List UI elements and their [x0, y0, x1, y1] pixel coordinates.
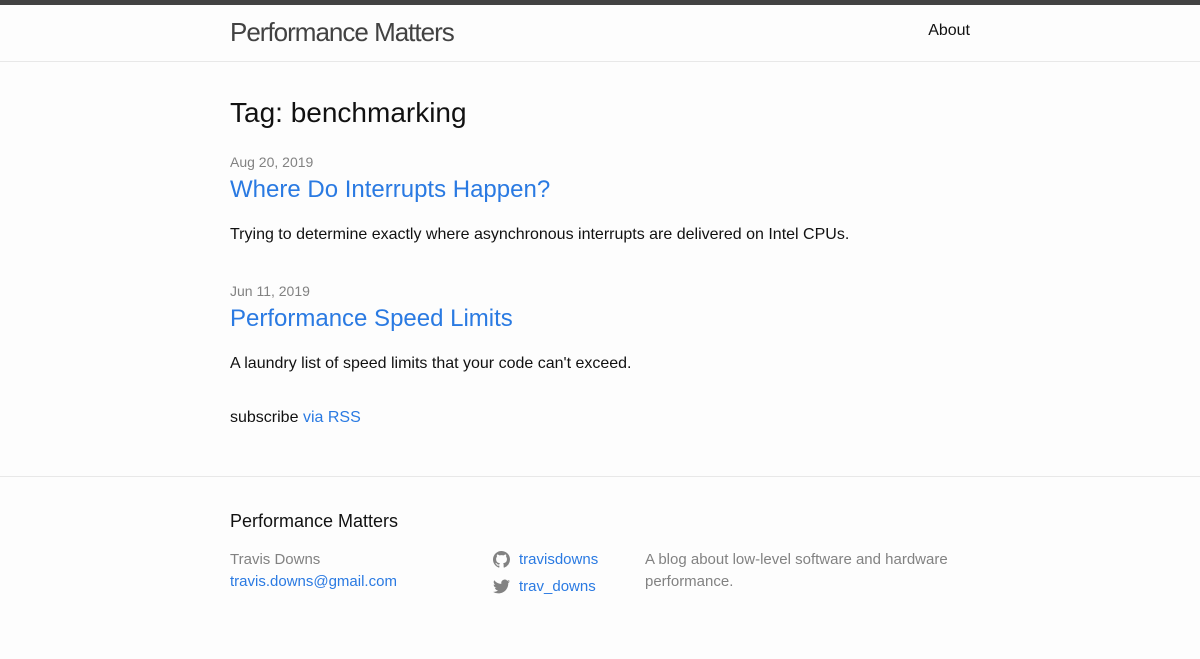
footer-description-column: A blog about low-level software and hard…: [645, 549, 970, 593]
footer-description: A blog about low-level software and hard…: [645, 551, 948, 590]
github-icon: [493, 551, 510, 568]
footer-social-column: travisdowns trav_downs: [493, 546, 598, 600]
subscribe-text: subscribe: [230, 409, 299, 426]
twitter-icon: [493, 579, 510, 594]
post-excerpt: A laundry list of speed limits that your…: [230, 355, 632, 372]
page-heading: Tag: benchmarking: [230, 97, 467, 128]
social-github: travisdowns: [493, 546, 598, 573]
post-title-link[interactable]: Where Do Interrupts Happen?: [230, 175, 970, 205]
post-excerpt: Trying to determine exactly where asynch…: [230, 226, 850, 243]
site-title-link[interactable]: Performance Matters: [230, 15, 455, 49]
post-title-link[interactable]: Performance Speed Limits: [230, 304, 970, 334]
post-date: Jun 11, 2019: [230, 283, 310, 299]
twitter-link[interactable]: trav_downs: [519, 576, 596, 598]
nav-about-link[interactable]: About: [928, 19, 970, 43]
site-footer: Performance Matters Travis Downs travis.…: [0, 476, 1200, 659]
footer-heading: Performance Matters: [230, 511, 399, 531]
post-date: Aug 20, 2019: [230, 154, 314, 170]
footer-contact-column: Travis Downs travis.downs@gmail.com: [230, 549, 397, 593]
footer-email-link[interactable]: travis.downs@gmail.com: [230, 573, 397, 590]
post-item: Jun 11, 2019 Performance Speed Limits A …: [230, 281, 970, 376]
social-twitter: trav_downs: [493, 573, 598, 600]
post-item: Aug 20, 2019 Where Do Interrupts Happen?…: [230, 152, 970, 247]
footer-author: Travis Downs: [230, 551, 321, 568]
rss-link[interactable]: via RSS: [303, 409, 361, 426]
main-content: Tag: benchmarking Aug 20, 2019 Where Do …: [230, 62, 970, 476]
github-link[interactable]: travisdowns: [519, 549, 598, 571]
subscribe-line: subscribe via RSS: [230, 406, 361, 430]
site-header: Performance Matters About: [0, 5, 1200, 62]
